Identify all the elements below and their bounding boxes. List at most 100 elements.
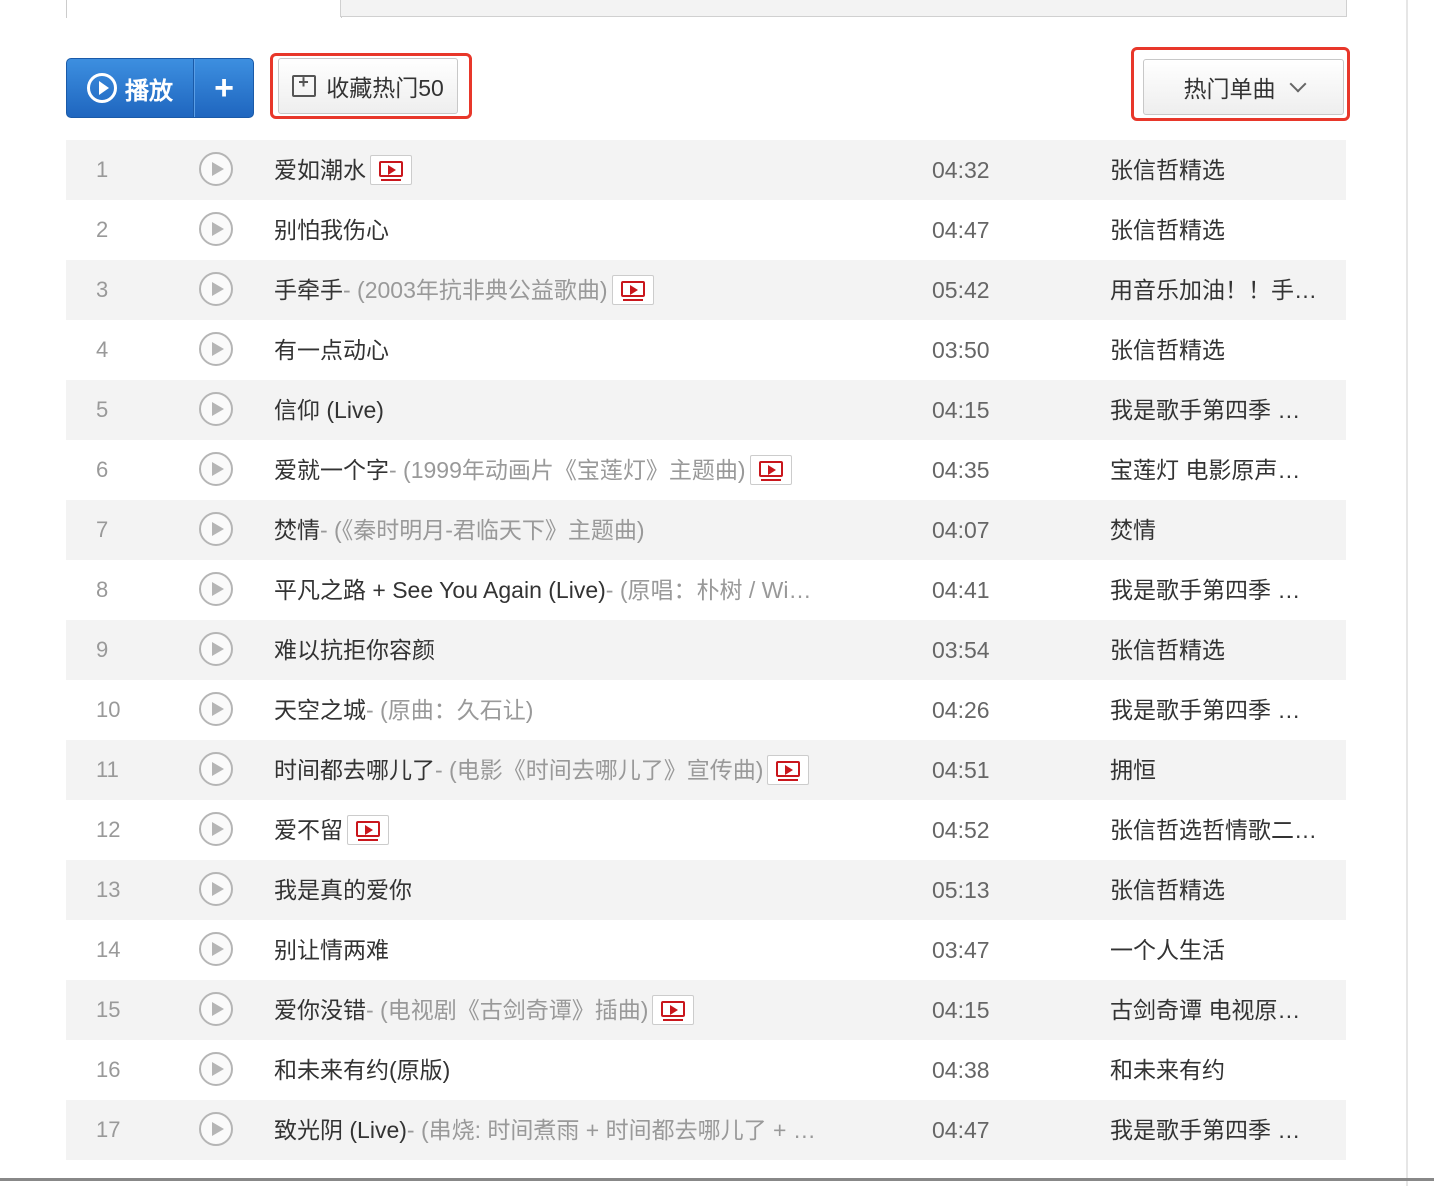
song-title-link[interactable]: 焚情 <box>274 500 320 560</box>
song-duration: 04:47 <box>932 217 990 243</box>
play-all-button[interactable]: 播放 + <box>66 58 254 118</box>
song-index: 4 <box>96 337 109 362</box>
play-song-icon[interactable] <box>199 452 233 486</box>
song-row[interactable]: 13 我是真的爱你 05:13 张信哲精选 <box>66 860 1346 920</box>
mv-video-icon[interactable] <box>611 275 654 305</box>
song-index: 7 <box>96 517 109 542</box>
song-duration: 05:42 <box>932 277 990 303</box>
song-album-link[interactable]: 张信哲精选 <box>1110 320 1330 380</box>
song-title-link[interactable]: 爱如潮水 <box>274 140 366 200</box>
play-song-icon[interactable] <box>199 632 233 666</box>
song-album-link[interactable]: 拥恒 <box>1110 740 1330 800</box>
song-title-link[interactable]: 天空之城 <box>274 680 366 740</box>
song-album-link[interactable]: 张信哲精选 <box>1110 620 1330 680</box>
song-index: 3 <box>96 277 109 302</box>
song-title-link[interactable]: 和未来有约(原版) <box>274 1040 450 1100</box>
song-row[interactable]: 15 爱你没错 - (电视剧《古剑奇谭》插曲) 04:15 古剑奇谭 电视原… <box>66 980 1346 1040</box>
song-album-link[interactable]: 焚情 <box>1110 500 1330 560</box>
song-album-link[interactable]: 和未来有约 <box>1110 1040 1330 1100</box>
song-duration: 04:47 <box>932 1117 990 1143</box>
play-song-icon[interactable] <box>199 272 233 306</box>
mv-video-icon[interactable] <box>347 815 389 845</box>
song-album-link[interactable]: 一个人生活 <box>1110 920 1330 980</box>
song-list: 1 爱如潮水 04:32 张信哲精选 2 别怕我伤心 04:47 张信哲精选 3 手牵手 - (2… <box>66 140 1346 1160</box>
song-title-cell: 我是真的爱你 <box>274 860 854 920</box>
song-row[interactable]: 11 时间都去哪儿了 - (电影《时间去哪儿了》宣传曲) 04:51 拥恒 <box>66 740 1346 800</box>
play-song-icon[interactable] <box>199 992 233 1026</box>
song-title-link[interactable]: 致光阴 (Live) <box>274 1100 407 1160</box>
chevron-down-icon <box>1289 75 1306 93</box>
song-title-link[interactable]: 爱不留 <box>274 800 343 860</box>
song-title-link[interactable]: 时间都去哪儿了 <box>274 740 435 800</box>
song-row[interactable]: 6 爱就一个字 - (1999年动画片《宝莲灯》主题曲) 04:35 宝莲灯 电影原声… <box>66 440 1346 500</box>
mv-video-icon[interactable] <box>652 995 695 1025</box>
song-title-link[interactable]: 信仰 (Live) <box>274 380 384 440</box>
play-song-icon[interactable] <box>199 572 233 606</box>
song-title-link[interactable]: 别让情两难 <box>274 920 389 980</box>
song-row[interactable]: 17 致光阴 (Live) - (串烧: 时间煮雨 + 时间都去哪儿了 + … 04… <box>66 1100 1346 1160</box>
play-song-icon[interactable] <box>199 932 233 966</box>
song-album-link[interactable]: 我是歌手第四季 … <box>1110 560 1330 620</box>
tab-active[interactable] <box>66 0 342 18</box>
song-row[interactable]: 16 和未来有约(原版) 04:38 和未来有约 <box>66 1040 1346 1100</box>
song-album-link[interactable]: 用音乐加油！！手… <box>1110 260 1330 320</box>
play-song-icon[interactable] <box>199 212 233 246</box>
play-all-main[interactable]: 播放 <box>67 59 194 117</box>
song-subtitle: - (2003年抗非典公益歌曲) <box>343 277 608 303</box>
add-to-playlist-button[interactable]: + <box>194 59 253 117</box>
song-row[interactable]: 10 天空之城 - (原曲：久石让) 04:26 我是歌手第四季 … <box>66 680 1346 740</box>
song-album-link[interactable]: 我是歌手第四季 … <box>1110 1100 1330 1160</box>
song-index: 12 <box>96 817 121 842</box>
song-title-link[interactable]: 难以抗拒你容颜 <box>274 620 435 680</box>
play-song-icon[interactable] <box>199 872 233 906</box>
song-index: 5 <box>96 397 109 422</box>
song-subtitle: - (《秦时明月-君临天下》主题曲) <box>320 517 645 543</box>
sort-dropdown-label: 热门单曲 <box>1183 76 1276 102</box>
song-title-link[interactable]: 手牵手 <box>274 260 343 320</box>
song-title-link[interactable]: 别怕我伤心 <box>274 200 389 260</box>
song-row[interactable]: 8 平凡之路 + See You Again (Live) - (原唱：朴树 / … <box>66 560 1346 620</box>
song-album-link[interactable]: 张信哲精选 <box>1110 200 1330 260</box>
collect-hot50-button[interactable]: 收藏热门50 <box>278 58 458 114</box>
mv-video-icon[interactable] <box>749 455 792 485</box>
song-row[interactable]: 7 焚情 - (《秦时明月-君临天下》主题曲) 04:07 焚情 <box>66 500 1346 560</box>
song-row[interactable]: 1 爱如潮水 04:32 张信哲精选 <box>66 140 1346 200</box>
song-album-link[interactable]: 我是歌手第四季 … <box>1110 680 1330 740</box>
song-row[interactable]: 12 爱不留 04:52 张信哲选哲情歌二… <box>66 800 1346 860</box>
song-title-link[interactable]: 爱你没错 <box>274 980 366 1040</box>
sort-dropdown[interactable]: 热门单曲 <box>1143 59 1344 115</box>
song-row[interactable]: 5 信仰 (Live) 04:15 我是歌手第四季 … <box>66 380 1346 440</box>
play-song-icon[interactable] <box>199 692 233 726</box>
song-album-link[interactable]: 古剑奇谭 电视原… <box>1110 980 1330 1040</box>
song-album-link[interactable]: 张信哲选哲情歌二… <box>1110 800 1330 860</box>
song-title-link[interactable]: 爱就一个字 <box>274 440 389 500</box>
song-album-link[interactable]: 张信哲精选 <box>1110 140 1330 200</box>
play-song-icon[interactable] <box>199 392 233 426</box>
song-row[interactable]: 4 有一点动心 03:50 张信哲精选 <box>66 320 1346 380</box>
song-album-link[interactable]: 张信哲精选 <box>1110 860 1330 920</box>
play-song-icon[interactable] <box>199 812 233 846</box>
song-row[interactable]: 2 别怕我伤心 04:47 张信哲精选 <box>66 200 1346 260</box>
song-title-link[interactable]: 我是真的爱你 <box>274 860 412 920</box>
song-title-cell: 爱你没错 - (电视剧《古剑奇谭》插曲) <box>274 980 854 1040</box>
mv-video-icon[interactable] <box>767 755 810 785</box>
song-title-link[interactable]: 有一点动心 <box>274 320 389 380</box>
song-duration: 05:13 <box>932 877 990 903</box>
song-title-cell: 手牵手 - (2003年抗非典公益歌曲) <box>274 260 854 320</box>
mv-video-icon[interactable] <box>370 155 412 185</box>
play-song-icon[interactable] <box>199 332 233 366</box>
play-song-icon[interactable] <box>199 1112 233 1146</box>
play-all-label: 播放 <box>125 77 173 105</box>
scrollbar-track <box>1406 0 1408 1186</box>
song-subtitle: - (原唱：朴树 / Wi… <box>605 577 812 603</box>
song-title-link[interactable]: 平凡之路 + See You Again (Live) <box>274 560 606 620</box>
play-song-icon[interactable] <box>199 512 233 546</box>
play-song-icon[interactable] <box>199 1052 233 1086</box>
song-album-link[interactable]: 我是歌手第四季 … <box>1110 380 1330 440</box>
play-song-icon[interactable] <box>199 152 233 186</box>
play-song-icon[interactable] <box>199 752 233 786</box>
song-row[interactable]: 9 难以抗拒你容颜 03:54 张信哲精选 <box>66 620 1346 680</box>
song-row[interactable]: 14 别让情两难 03:47 一个人生活 <box>66 920 1346 980</box>
song-album-link[interactable]: 宝莲灯 电影原声… <box>1110 440 1330 500</box>
song-row[interactable]: 3 手牵手 - (2003年抗非典公益歌曲) 05:42 用音乐加油！！手… <box>66 260 1346 320</box>
